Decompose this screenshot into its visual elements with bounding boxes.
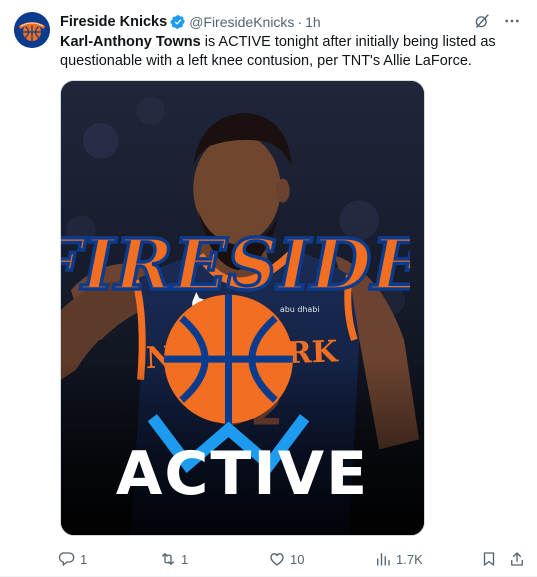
more-options-icon[interactable] <box>503 12 521 30</box>
tweet-card[interactable]: Fireside Knicks @FiresideKnicks · 1h Kar… <box>0 0 537 577</box>
handle[interactable]: @FiresideKnicks <box>189 14 294 30</box>
reply-count: 1 <box>80 551 88 567</box>
retweet-count: 1 <box>181 551 189 567</box>
grok-icon[interactable] <box>473 12 491 30</box>
tweet-media-image[interactable]: NEW YORK 32 abu dhabi FIRESIDE ACTIVE <box>60 80 425 536</box>
share-icon <box>508 550 526 568</box>
heart-icon <box>268 550 286 568</box>
bookmark-button[interactable] <box>480 550 498 568</box>
tweet-text-player-name: Karl-Anthony Towns <box>60 34 201 50</box>
views-bar-chart-icon <box>374 550 392 568</box>
fireside-logo-text: FIRESIDE <box>60 223 410 306</box>
avatar[interactable] <box>14 12 50 48</box>
timestamp[interactable]: 1h <box>305 14 321 30</box>
verified-badge-icon <box>170 14 186 30</box>
share-button[interactable] <box>508 550 526 568</box>
views-button[interactable]: 1.7K <box>374 550 423 568</box>
retweet-button[interactable]: 1 <box>159 550 188 568</box>
bookmark-icon <box>480 550 498 568</box>
separator-dot: · <box>297 14 303 30</box>
fireside-knicks-logo-icon <box>14 12 50 48</box>
like-count: 10 <box>290 551 305 567</box>
active-overlay-text: ACTIVE <box>115 439 370 509</box>
reply-icon <box>58 550 76 568</box>
tweet-actions-bar: 1 1 10 1.7K <box>56 548 524 570</box>
reply-button[interactable]: 1 <box>58 550 87 568</box>
top-actions <box>473 12 521 30</box>
display-name[interactable]: Fireside Knicks <box>60 14 167 30</box>
retweet-icon <box>159 550 177 568</box>
like-button[interactable]: 10 <box>268 550 304 568</box>
tweet-text: Karl-Anthony Towns is ACTIVE tonight aft… <box>60 33 522 71</box>
tweet-header: Fireside Knicks @FiresideKnicks · 1h <box>60 12 321 32</box>
views-count: 1.7K <box>396 551 423 567</box>
